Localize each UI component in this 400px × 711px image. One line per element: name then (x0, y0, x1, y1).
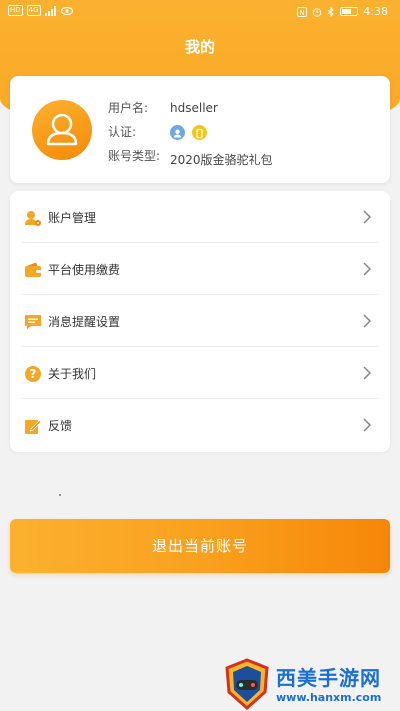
gamepad-shield-icon (225, 658, 269, 710)
menu-item-label: 平台使用缴费 (48, 263, 121, 277)
chevron-right-icon (363, 418, 372, 432)
account-type-row: 账号类型: 2020版金骆驼礼包 (108, 144, 368, 168)
svg-text:N: N (300, 9, 305, 17)
chevron-right-icon (363, 366, 372, 380)
profile-info: 用户名: hdseller 认证: 账号类型: 2020版金骆驼礼包 (108, 96, 368, 168)
username-value: hdseller (170, 101, 218, 115)
status-left: HD 4G (8, 5, 73, 16)
menu-item-about-us[interactable]: ? 关于我们 (22, 347, 378, 399)
auth-label: 认证: (108, 125, 137, 139)
svg-text:?: ? (30, 367, 37, 381)
phone-verified-icon (192, 125, 207, 140)
menu-item-label: 反馈 (48, 419, 73, 433)
username-row: 用户名: hdseller (108, 96, 368, 120)
username-label: 用户名: (108, 101, 149, 115)
page-title: 我的 (184, 38, 215, 56)
alarm-icon (312, 7, 322, 17)
watermark: 西美手游网 www.hanxm.com (224, 658, 400, 711)
user-settings-icon (25, 211, 41, 226)
account-type-value: 2020版金骆驼礼包 (170, 153, 273, 167)
watermark-title: 西美手游网 (276, 666, 381, 690)
menu-item-label: 账户管理 (48, 211, 97, 225)
message-icon (25, 315, 41, 330)
menu-item-feedback[interactable]: 反馈 (22, 399, 378, 451)
watermark-url: www.hanxm.com (276, 691, 382, 704)
menu-item-message-settings[interactable]: 消息提醒设置 (22, 295, 378, 347)
wallet-icon (25, 262, 41, 277)
auth-row: 认证: (108, 120, 368, 144)
stray-dot (59, 494, 61, 496)
bluetooth-icon (327, 6, 335, 17)
account-type-label: 账号类型: (108, 149, 161, 163)
settings-menu: 账户管理 平台使用缴费 消息提醒设置 ? 关于我们 反馈 (10, 191, 390, 452)
chevron-right-icon (363, 210, 372, 224)
chevron-right-icon (363, 314, 372, 328)
eye-icon (60, 6, 73, 15)
question-icon: ? (25, 366, 41, 382)
avatar[interactable] (32, 100, 92, 160)
battery-icon (340, 7, 359, 16)
signal-icon (44, 5, 56, 16)
menu-item-label: 关于我们 (48, 367, 97, 381)
status-time: 4:38 (363, 5, 388, 18)
menu-item-account-management[interactable]: 账户管理 (22, 191, 378, 243)
user-verified-icon (170, 125, 185, 140)
avatar-person-icon (46, 113, 78, 146)
profile-card: 用户名: hdseller 认证: 账号类型: 2020版金骆驼礼包 (10, 76, 390, 183)
logout-button[interactable]: 退出当前账号 (10, 519, 390, 573)
nfc-icon: N (297, 6, 308, 17)
edit-icon (25, 419, 42, 434)
status-right: N 4:38 (297, 5, 388, 18)
network-indicator: 4G (26, 5, 41, 16)
chevron-right-icon (363, 262, 372, 276)
menu-item-label: 消息提醒设置 (48, 315, 121, 329)
menu-item-platform-fees[interactable]: 平台使用缴费 (22, 243, 378, 295)
status-bar: HD 4G N 4:38 (0, 0, 400, 24)
hd-indicator: HD (8, 5, 23, 16)
